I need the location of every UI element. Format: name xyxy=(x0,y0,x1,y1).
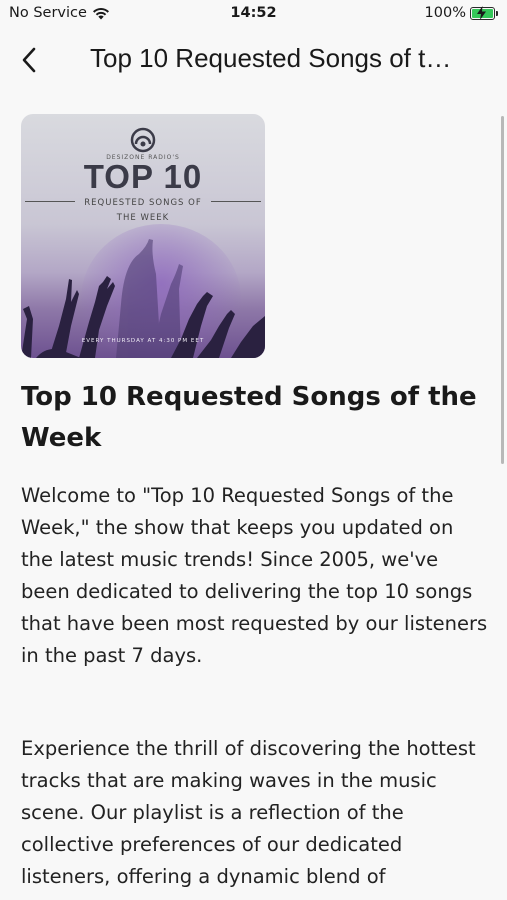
status-bar: No Service 14:52 100% xyxy=(0,0,507,28)
cover-subtitle-line1: REQUESTED SONGS OF xyxy=(84,198,202,208)
article-paragraph: Welcome to "Top 10 Requested Songs of th… xyxy=(21,484,488,667)
status-right: 100% xyxy=(425,5,498,21)
back-button[interactable] xyxy=(14,42,44,78)
chevron-left-icon xyxy=(22,47,36,73)
cover-headline: TOP 10 xyxy=(83,158,203,195)
cover-image: DESIZONE RADIO'S TOP 10 REQUESTED SONGS … xyxy=(21,114,265,358)
scrollbar[interactable] xyxy=(501,116,504,464)
battery-charging-icon xyxy=(470,5,495,20)
article-title: Top 10 Requested Songs of the Week xyxy=(21,382,477,453)
cover-subtitle: REQUESTED SONGS OF THE WEEK xyxy=(21,196,265,226)
nav-title: Top 10 Requested Songs of t… xyxy=(90,43,452,73)
nav-bar: Top 10 Requested Songs of t… xyxy=(0,28,507,92)
article-paragraph: Experience the thrill of discovering the… xyxy=(21,737,476,888)
battery-percent: 100% xyxy=(424,5,466,21)
battery-cap xyxy=(496,10,498,16)
cover-subtitle-line2: THE WEEK xyxy=(116,213,170,223)
radio-logo-icon xyxy=(130,127,156,153)
cover-footer: EVERY THURSDAY AT 4:30 PM EET xyxy=(81,338,205,344)
article-content[interactable]: DESIZONE RADIO'S TOP 10 REQUESTED SONGS … xyxy=(0,92,507,900)
